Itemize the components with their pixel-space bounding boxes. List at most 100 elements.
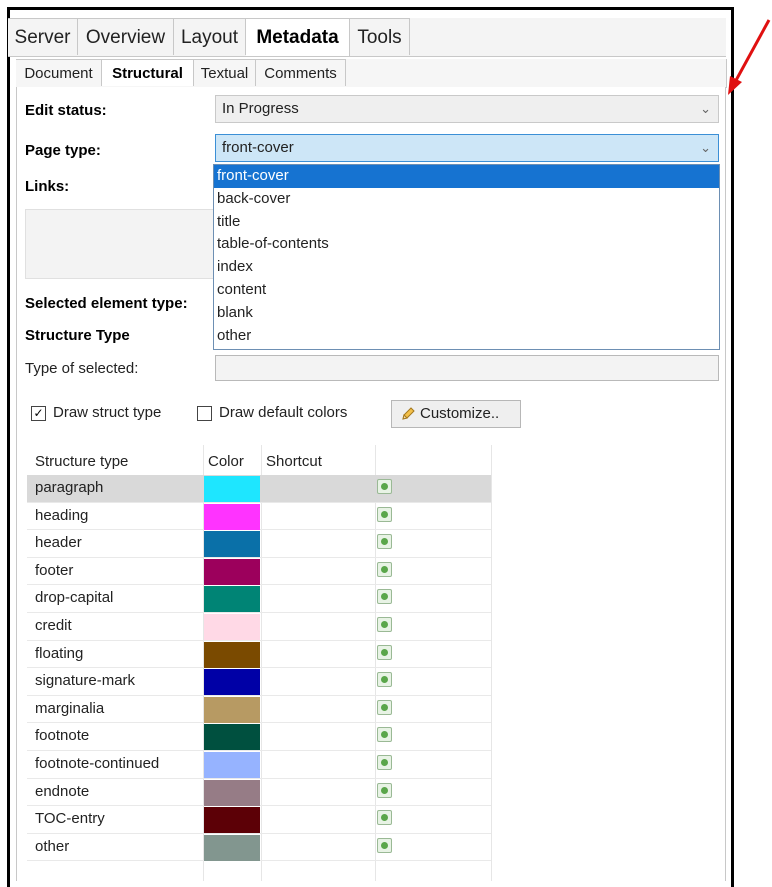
table-row[interactable]: heading xyxy=(27,503,719,531)
color-swatch[interactable] xyxy=(204,807,260,834)
tab-overview[interactable]: Overview xyxy=(78,18,174,55)
structure-type-name: credit xyxy=(35,617,72,634)
structure-type-name: other xyxy=(35,837,70,855)
tab-document[interactable]: Document xyxy=(16,59,102,86)
edit-status-label: Edit status: xyxy=(25,102,107,119)
page-type-dropdown-list: front-cover back-cover title table-of-conte… xyxy=(213,164,720,350)
color-swatch[interactable] xyxy=(204,834,260,861)
links-label: Links: xyxy=(25,178,70,195)
color-swatch[interactable] xyxy=(204,641,260,668)
add-shortcut-icon[interactable] xyxy=(377,810,392,826)
table-row[interactable]: marginalia xyxy=(27,696,719,724)
structure-type-name: footnote-continued xyxy=(35,755,160,772)
color-swatch[interactable] xyxy=(204,614,260,640)
customize-label: Customize.. xyxy=(420,405,500,422)
page-type-option[interactable]: table-of-contents xyxy=(214,233,719,256)
column-header-color[interactable]: Color xyxy=(208,453,244,470)
structure-type-name: heading xyxy=(35,506,89,524)
page-type-option[interactable]: content xyxy=(214,279,719,302)
edit-status-select[interactable]: In Progress ⌄ xyxy=(215,95,719,123)
table-row[interactable]: floating xyxy=(27,641,719,669)
tab-layout[interactable]: Layout xyxy=(174,18,246,55)
table-row[interactable]: paragraph xyxy=(27,475,719,503)
add-shortcut-icon[interactable] xyxy=(377,617,392,632)
structure-type-name: TOC-entry xyxy=(35,810,105,828)
page-type-value: front-cover xyxy=(222,139,294,156)
draw-struct-type-label[interactable]: Draw struct type xyxy=(53,404,161,421)
type-of-selected-label: Type of selected: xyxy=(25,360,139,377)
table-row[interactable]: footnote-continued xyxy=(27,751,719,779)
tab-comments[interactable]: Comments xyxy=(256,59,346,86)
tab-server[interactable]: Server xyxy=(8,18,78,55)
add-shortcut-icon[interactable] xyxy=(377,644,392,660)
add-shortcut-icon[interactable] xyxy=(377,534,392,550)
tab-tools[interactable]: Tools xyxy=(350,18,410,55)
page-type-option[interactable]: front-cover xyxy=(214,165,719,188)
add-shortcut-icon[interactable] xyxy=(377,782,392,798)
structure-type-name: footer xyxy=(35,561,74,579)
color-swatch[interactable] xyxy=(204,752,260,778)
tab-textual[interactable]: Textual xyxy=(194,59,256,86)
color-swatch[interactable] xyxy=(204,476,260,502)
structure-type-heading: Structure Type xyxy=(25,327,130,344)
table-row[interactable]: footnote xyxy=(27,723,719,751)
add-shortcut-icon[interactable] xyxy=(377,699,392,715)
color-swatch[interactable] xyxy=(204,503,260,530)
structure-type-table: Structure type Color Shortcut paragraph h… xyxy=(27,445,719,881)
structure-type-name: paragraph xyxy=(35,479,104,496)
add-shortcut-icon[interactable] xyxy=(377,837,392,853)
page-type-label: Page type: xyxy=(25,142,101,159)
color-swatch[interactable] xyxy=(204,669,260,696)
main-tab-bar: Server Overview Layout Metadata Tools xyxy=(8,18,726,57)
add-shortcut-icon[interactable] xyxy=(377,727,392,743)
page-type-option[interactable]: back-cover xyxy=(214,188,719,211)
table-row[interactable]: credit xyxy=(27,613,719,641)
chevron-down-icon: ⌄ xyxy=(700,101,711,116)
add-shortcut-icon[interactable] xyxy=(377,755,392,770)
add-shortcut-icon[interactable] xyxy=(377,561,392,577)
type-of-selected-field[interactable] xyxy=(215,355,719,381)
page-type-option[interactable]: blank xyxy=(214,302,719,325)
color-swatch[interactable] xyxy=(204,558,260,585)
add-shortcut-icon[interactable] xyxy=(377,672,392,688)
tab-metadata[interactable]: Metadata xyxy=(246,18,350,56)
chevron-down-icon: ⌄ xyxy=(700,140,711,155)
color-swatch[interactable] xyxy=(204,696,260,723)
draw-default-colors-checkbox[interactable] xyxy=(197,406,212,421)
page-type-select[interactable]: front-cover ⌄ xyxy=(215,134,719,162)
metadata-sub-tab-bar: Document Structural Textual Comments xyxy=(16,59,727,88)
color-swatch[interactable] xyxy=(204,724,260,751)
color-swatch[interactable] xyxy=(204,779,260,806)
structure-type-name: endnote xyxy=(35,782,90,800)
edit-status-value: In Progress xyxy=(222,100,299,117)
annotation-arrow-icon xyxy=(728,19,771,95)
table-row[interactable]: drop-capital xyxy=(27,585,719,613)
add-shortcut-icon[interactable] xyxy=(377,479,392,494)
draw-struct-type-checkbox[interactable]: ✓ xyxy=(31,406,46,421)
color-swatch[interactable] xyxy=(204,531,260,558)
page-type-option[interactable]: other xyxy=(214,325,719,348)
table-row[interactable]: footer xyxy=(27,558,719,586)
add-shortcut-icon[interactable] xyxy=(377,506,392,522)
structure-type-name: footnote xyxy=(35,727,90,745)
structure-type-name: header xyxy=(35,534,82,552)
pencil-icon xyxy=(402,407,415,420)
column-header-shortcut[interactable]: Shortcut xyxy=(266,453,322,470)
tab-structural[interactable]: Structural xyxy=(102,59,194,86)
color-swatch[interactable] xyxy=(204,586,260,613)
table-row[interactable]: header xyxy=(27,530,719,558)
page-type-option[interactable]: index xyxy=(214,256,719,279)
column-header-structure-type[interactable]: Structure type xyxy=(35,453,128,470)
table-row[interactable]: endnote xyxy=(27,779,719,807)
add-shortcut-icon[interactable] xyxy=(377,589,392,605)
table-row[interactable]: other xyxy=(27,834,719,862)
customize-button[interactable]: Customize.. xyxy=(391,400,521,428)
structure-type-name: signature-mark xyxy=(35,672,136,690)
structure-type-name: drop-capital xyxy=(35,589,114,607)
table-row[interactable]: signature-mark xyxy=(27,668,719,696)
page-type-option[interactable]: title xyxy=(214,211,719,234)
draw-default-colors-label[interactable]: Draw default colors xyxy=(219,404,347,421)
structure-type-name: floating xyxy=(35,644,84,662)
structure-type-name: marginalia xyxy=(35,699,105,717)
table-row[interactable]: TOC-entry xyxy=(27,806,719,834)
